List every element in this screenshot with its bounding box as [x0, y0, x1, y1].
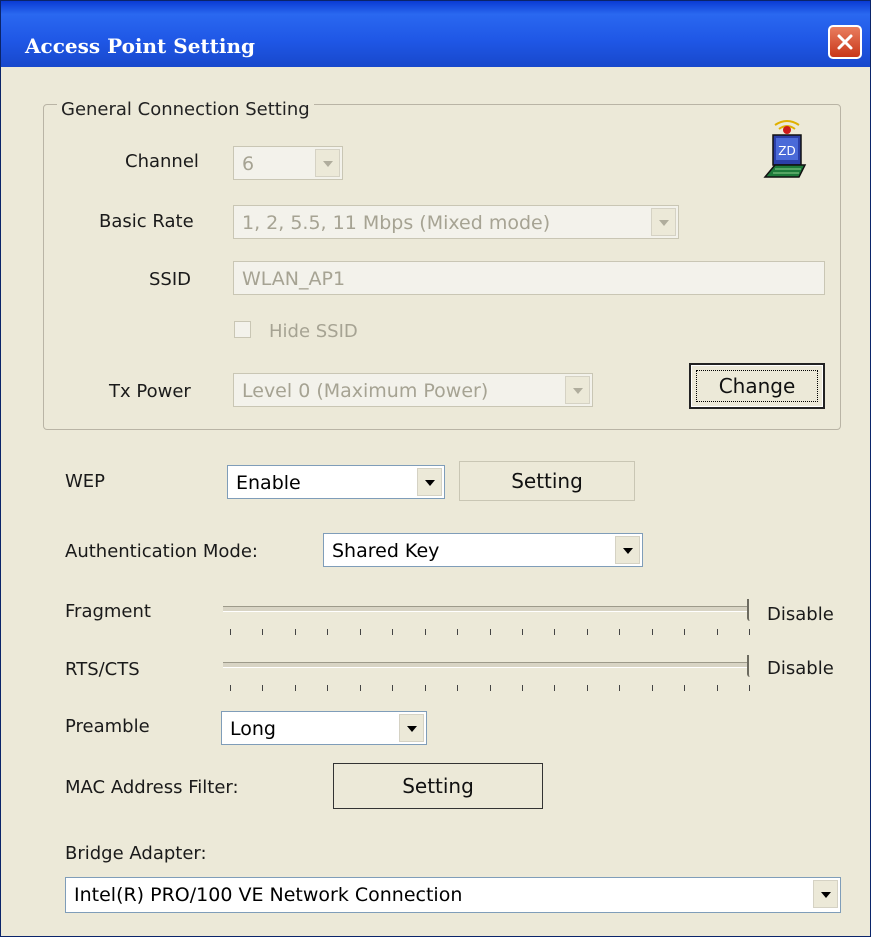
auth-mode-select[interactable]: Shared Key [323, 533, 643, 567]
chevron-down-icon [651, 208, 676, 236]
slider-tick [619, 629, 621, 635]
chevron-down-icon [565, 376, 590, 404]
slider-tick [716, 629, 718, 635]
slider-tick [489, 685, 491, 691]
channel-select[interactable]: 6 [233, 146, 343, 180]
slider-tick [684, 629, 686, 635]
slider-tick [262, 629, 264, 635]
slider-tick [230, 629, 231, 635]
slider-tick [554, 629, 556, 635]
fragment-value: Disable [767, 604, 834, 625]
preamble-select[interactable]: Long [221, 711, 427, 745]
slider-tick [424, 685, 426, 691]
slider-tick [424, 629, 426, 635]
wep-select[interactable]: Enable [227, 465, 445, 499]
title-bar[interactable]: Access Point Setting [1, 1, 870, 67]
rts-cts-slider-thumb[interactable] [747, 655, 755, 677]
slider-tick [651, 629, 653, 635]
fragment-slider-thumb[interactable] [747, 599, 755, 621]
slider-tick [651, 685, 653, 691]
close-button[interactable] [828, 25, 862, 59]
slider-tick [586, 629, 588, 635]
preamble-label: Preamble [65, 716, 150, 737]
mac-filter-setting-label: Setting [402, 774, 474, 798]
slider-tick [749, 685, 750, 691]
chevron-down-icon [417, 468, 442, 496]
change-button-label: Change [718, 374, 796, 398]
slider-tick [294, 629, 296, 635]
wep-setting-button[interactable]: Setting [459, 461, 635, 501]
rts-cts-slider[interactable] [223, 662, 751, 668]
chevron-down-icon [399, 714, 424, 742]
mac-filter-setting-button[interactable]: Setting [333, 763, 543, 809]
slider-tick [586, 685, 588, 691]
preamble-value: Long [230, 718, 276, 740]
slider-tick [230, 685, 231, 691]
wep-value: Enable [236, 472, 301, 494]
tx-power-value: Level 0 (Maximum Power) [242, 380, 489, 402]
slider-tick [359, 629, 361, 635]
zd-wireless-icon: ZD [763, 120, 807, 178]
chevron-down-icon [315, 149, 340, 177]
svg-text:ZD: ZD [778, 144, 795, 158]
bridge-adapter-label: Bridge Adapter: [65, 843, 207, 864]
slider-tick [521, 629, 523, 635]
slider-tick [392, 685, 394, 691]
fragment-slider[interactable] [223, 606, 751, 612]
bridge-adapter-value: Intel(R) PRO/100 VE Network Connection [74, 884, 463, 906]
rts-cts-value: Disable [767, 658, 834, 679]
chevron-down-icon [813, 880, 838, 908]
slider-tick [619, 685, 621, 691]
slider-tick [457, 629, 459, 635]
slider-tick [749, 629, 750, 635]
bridge-adapter-select[interactable]: Intel(R) PRO/100 VE Network Connection [65, 877, 841, 913]
slider-tick [684, 685, 686, 691]
fragment-label: Fragment [65, 601, 151, 622]
slider-tick [359, 685, 361, 691]
rts-cts-label: RTS/CTS [65, 659, 140, 680]
slider-tick [327, 685, 329, 691]
tx-power-select[interactable]: Level 0 (Maximum Power) [233, 373, 593, 407]
change-button[interactable]: Change [689, 363, 825, 409]
hide-ssid-label: Hide SSID [269, 321, 358, 342]
slider-tick [392, 629, 394, 635]
slider-tick [554, 685, 556, 691]
wep-setting-label: Setting [511, 469, 583, 493]
group-title: General Connection Setting [57, 99, 314, 120]
ssid-value: WLAN_AP1 [242, 268, 346, 290]
wep-label: WEP [65, 471, 106, 492]
hide-ssid-checkbox[interactable] [234, 321, 251, 338]
basic-rate-select[interactable]: 1, 2, 5.5, 11 Mbps (Mixed mode) [233, 205, 679, 239]
slider-tick [489, 629, 491, 635]
mac-filter-label: MAC Address Filter: [65, 777, 239, 798]
slider-tick [521, 685, 523, 691]
basic-rate-value: 1, 2, 5.5, 11 Mbps (Mixed mode) [242, 212, 551, 234]
tx-power-label: Tx Power [109, 381, 191, 402]
auth-mode-value: Shared Key [332, 540, 440, 562]
dialog-window: Access Point Setting General Connection … [0, 0, 871, 937]
slider-tick [262, 685, 264, 691]
slider-tick [457, 685, 459, 691]
basic-rate-label: Basic Rate [99, 211, 194, 232]
slider-tick [327, 629, 329, 635]
slider-tick [294, 685, 296, 691]
slider-tick [716, 685, 718, 691]
channel-label: Channel [125, 151, 199, 172]
chevron-down-icon [615, 536, 640, 564]
ssid-input[interactable]: WLAN_AP1 [233, 261, 825, 295]
close-icon [837, 34, 853, 50]
ssid-label: SSID [149, 269, 192, 290]
window-title: Access Point Setting [25, 34, 256, 58]
channel-value: 6 [242, 153, 255, 175]
auth-mode-label: Authentication Mode: [65, 541, 258, 562]
